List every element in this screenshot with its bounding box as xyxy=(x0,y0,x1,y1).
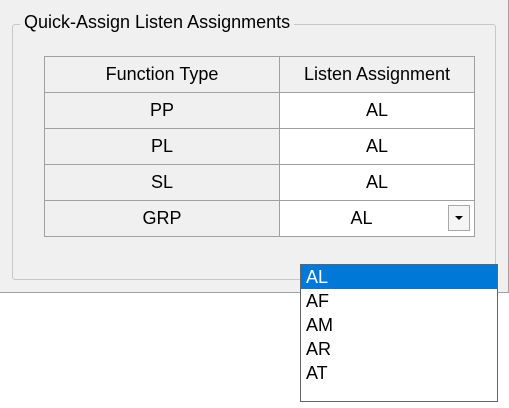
combobox-value[interactable]: AL xyxy=(280,201,443,235)
groupbox-title: Quick-Assign Listen Assignments xyxy=(20,10,295,34)
listen-assignment-cell[interactable]: AL xyxy=(279,92,475,129)
function-type-cell: GRP xyxy=(44,200,280,237)
listen-assignment-combobox[interactable]: AL xyxy=(279,200,475,237)
header-row: Function Type Listen Assignment xyxy=(44,56,475,93)
table-row: SL AL xyxy=(44,164,475,201)
function-type-cell: PP xyxy=(44,92,280,129)
dialog-window: Quick-Assign Listen Assignments Function… xyxy=(0,0,509,293)
table-row: PP AL xyxy=(44,92,475,129)
dropdown-button[interactable] xyxy=(448,205,470,231)
listen-assignment-grid: Function Type Listen Assignment PP AL PL… xyxy=(44,56,475,237)
dropdown-list: AL AF AM AR AT xyxy=(300,264,498,402)
function-type-cell: PL xyxy=(44,128,280,165)
table-row: GRP AL xyxy=(44,200,475,237)
column-header-function-type[interactable]: Function Type xyxy=(44,56,280,93)
dropdown-option-al[interactable]: AL xyxy=(301,265,497,289)
column-header-listen-assignment[interactable]: Listen Assignment xyxy=(279,56,475,93)
chevron-down-icon xyxy=(455,216,463,220)
dropdown-option-at[interactable]: AT xyxy=(301,361,497,385)
dropdown-option-am[interactable]: AM xyxy=(301,313,497,337)
listen-assignment-cell[interactable]: AL xyxy=(279,164,475,201)
function-type-cell: SL xyxy=(44,164,280,201)
table-row: PL AL xyxy=(44,128,475,165)
dropdown-option-ar[interactable]: AR xyxy=(301,337,497,361)
listen-assignment-cell[interactable]: AL xyxy=(279,128,475,165)
dropdown-option-af[interactable]: AF xyxy=(301,289,497,313)
